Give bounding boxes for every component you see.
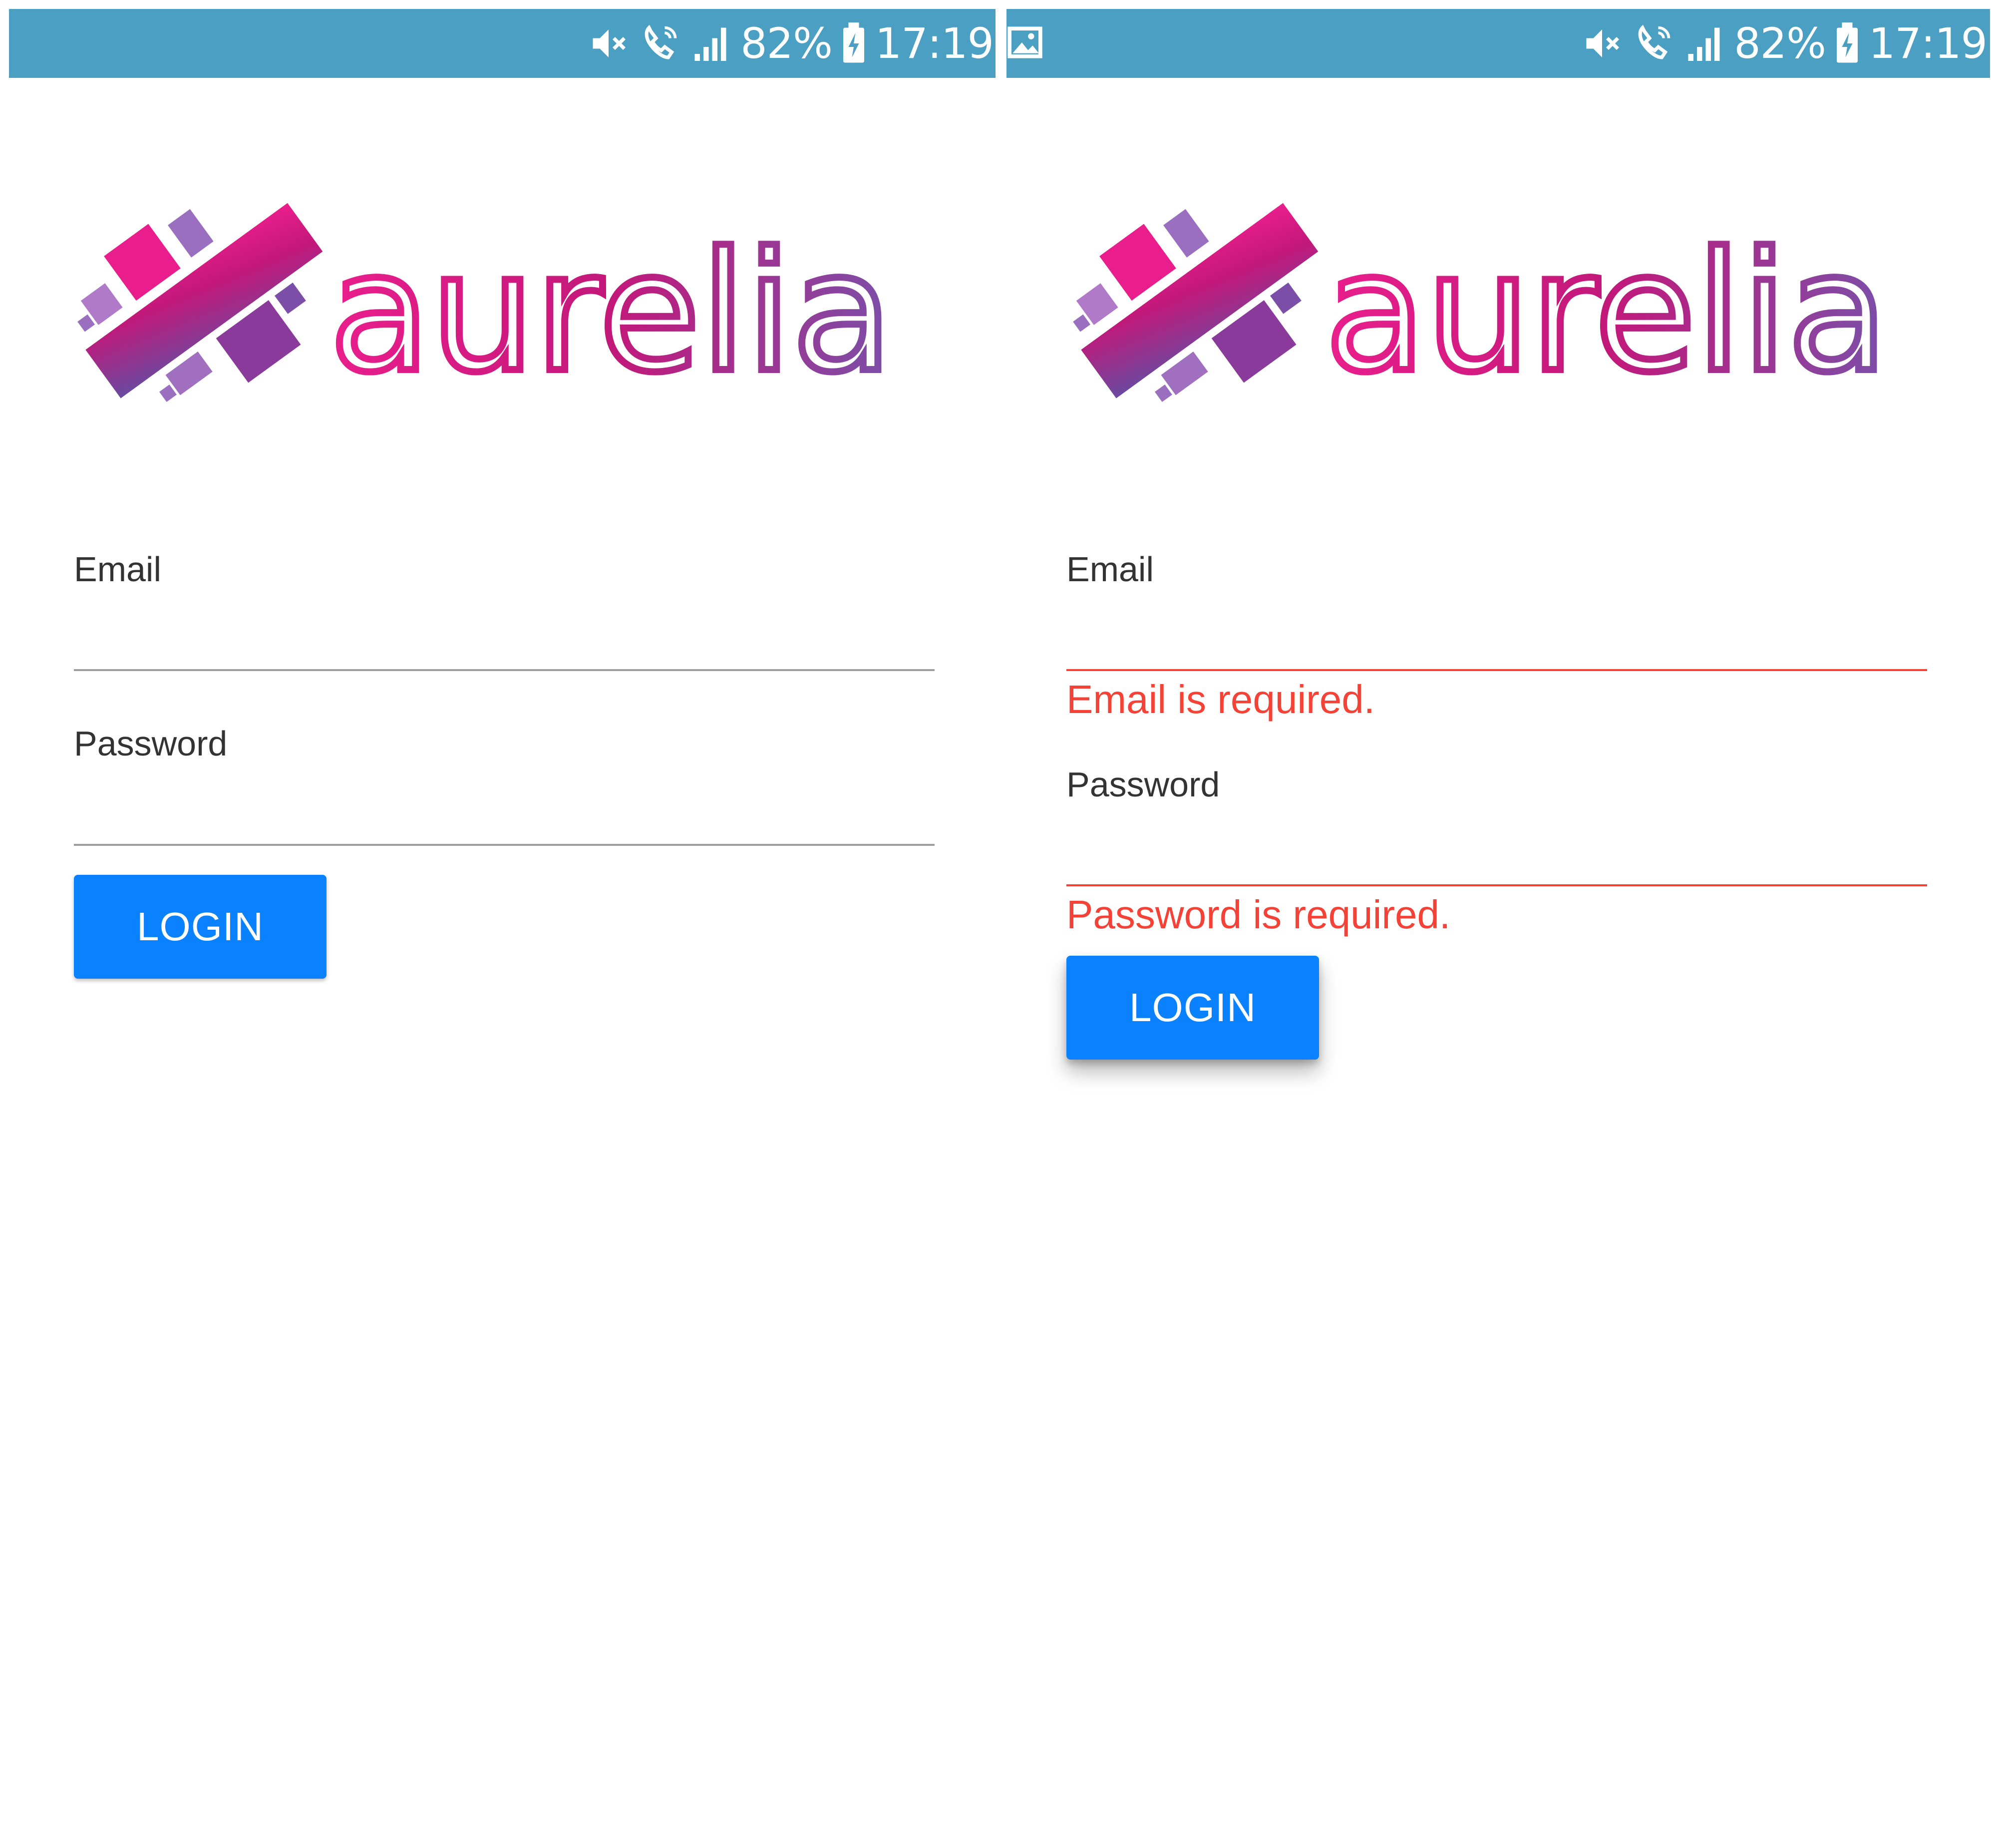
gallery-icon xyxy=(1006,24,1043,61)
login-button[interactable]: LOGIN xyxy=(1066,956,1319,1060)
logo-wordmark: aurelia xyxy=(1325,217,1888,408)
email-field[interactable] xyxy=(1066,623,1927,671)
email-field[interactable] xyxy=(74,623,935,671)
wifi-call-icon xyxy=(1632,22,1674,64)
mute-icon xyxy=(588,22,630,64)
password-field[interactable] xyxy=(74,798,935,846)
password-label: Password xyxy=(74,724,228,763)
wifi-call-icon xyxy=(639,22,680,64)
signal-icon xyxy=(1683,22,1725,64)
signal-icon xyxy=(689,22,731,64)
status-right-group: 82% 17:19 xyxy=(588,9,994,78)
status-bar: 82% 17:19 xyxy=(9,9,996,78)
mute-icon xyxy=(1581,22,1623,64)
login-button[interactable]: LOGIN xyxy=(74,875,327,979)
login-screen-default: 82% 17:19 aurelia Email Password LOGIN xyxy=(0,0,996,1848)
battery-charging-icon xyxy=(841,22,866,64)
logo-wordmark: aurelia xyxy=(330,217,893,408)
email-label: Email xyxy=(1066,550,1154,589)
email-label: Email xyxy=(74,550,162,589)
status-time: 17:19 xyxy=(1868,19,1988,68)
status-right-group: 82% 17:19 xyxy=(1581,9,1988,78)
battery-percent: 82% xyxy=(740,19,833,68)
password-error-message: Password is required. xyxy=(1066,892,1451,937)
email-error-message: Email is required. xyxy=(1066,677,1375,722)
login-screen-validation-errors: 82% 17:19 aurelia Email Email is require… xyxy=(996,0,1991,1848)
logo-mark xyxy=(77,203,323,402)
password-label: Password xyxy=(1066,765,1220,804)
status-time: 17:19 xyxy=(875,19,994,68)
logo-mark xyxy=(1073,203,1319,402)
password-field[interactable] xyxy=(1066,838,1927,886)
battery-charging-icon xyxy=(1835,22,1860,64)
status-bar: 82% 17:19 xyxy=(1006,9,1990,78)
battery-percent: 82% xyxy=(1734,19,1826,68)
aurelia-logo: aurelia xyxy=(70,165,949,424)
aurelia-logo: aurelia xyxy=(1065,165,1944,424)
